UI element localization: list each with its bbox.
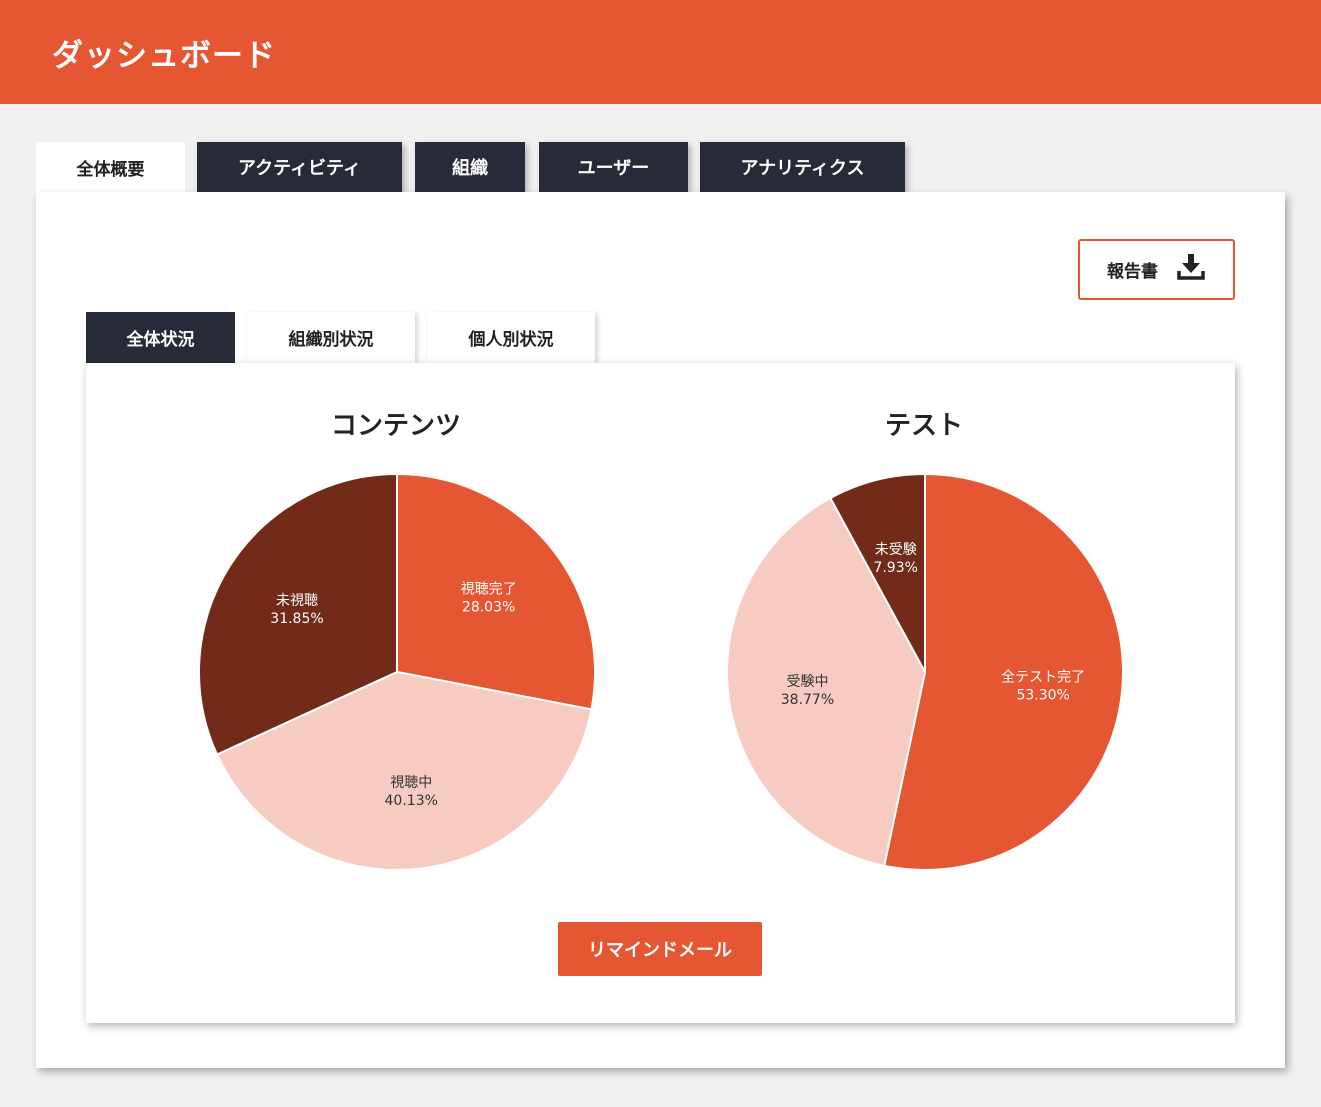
tab-analytics[interactable]: アナリティクス xyxy=(700,142,905,192)
tab-users[interactable]: ユーザー xyxy=(539,142,688,192)
pie-slice-value: 40.13% xyxy=(385,793,438,809)
report-button-label: 報告書 xyxy=(1107,262,1158,282)
subtab-overall-status[interactable]: 全体状況 xyxy=(86,312,235,363)
pie-slice-label: 視聴中 xyxy=(390,775,432,791)
pie-slice-label: 未視聴 xyxy=(276,593,318,609)
remind-mail-button[interactable]: リマインドメール xyxy=(558,922,762,976)
pie-slice-value: 31.85% xyxy=(270,611,323,627)
overview-panel: 報告書 全体状況 組織別状況 個人別状況 コンテンツ テスト 視聴完了 28.03… xyxy=(36,192,1285,1068)
report-download-button[interactable]: 報告書 xyxy=(1078,239,1235,300)
tab-organization[interactable]: 組織 xyxy=(415,142,525,192)
pie-slice-value: 28.03% xyxy=(462,599,515,615)
download-icon xyxy=(1176,252,1206,287)
subtab-individual-status[interactable]: 個人別状況 xyxy=(427,312,595,363)
contents-pie-chart: 視聴完了 28.03% 視聴中 40.13% 未視聴 31.85% xyxy=(198,472,596,871)
tab-overview[interactable]: 全体概要 xyxy=(36,142,185,192)
page-title: ダッシュボード xyxy=(52,38,276,74)
pie-slice-label: 視聴完了 xyxy=(461,581,517,597)
tab-activity[interactable]: アクティビティ xyxy=(197,142,402,192)
status-charts-panel: コンテンツ テスト 視聴完了 28.03% 視聴中 40.13% 未視聴 31.85% 全… xyxy=(86,363,1235,1023)
subtab-organization-status[interactable]: 組織別状況 xyxy=(247,312,415,363)
app-header: ダッシュボード xyxy=(0,0,1321,104)
